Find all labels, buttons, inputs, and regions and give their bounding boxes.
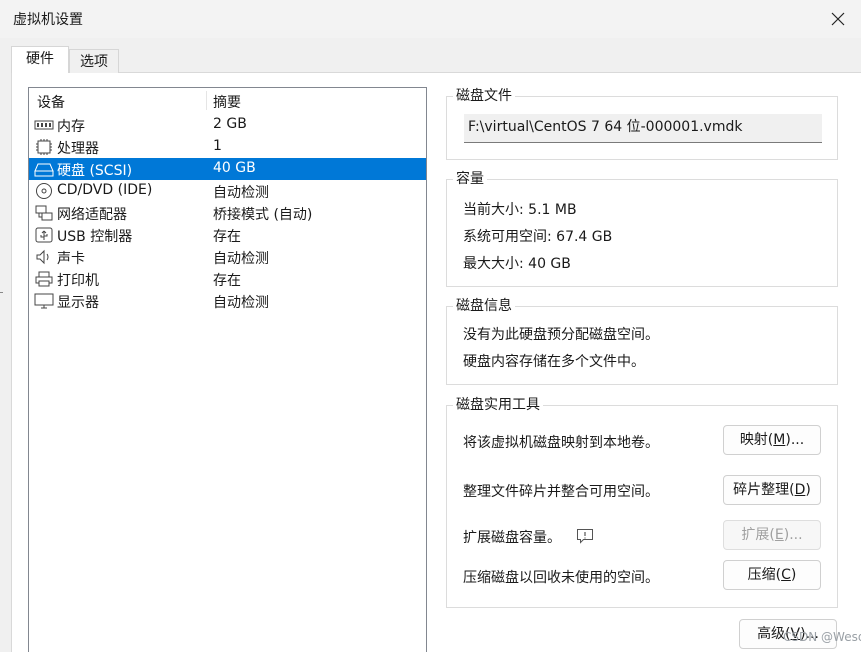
- sound-card-icon: [36, 249, 49, 265]
- device-list[interactable]: 设备 摘要 内存 2 GB 处理器 1 硬盘 (SCSI) 40 GB CD/D…: [28, 87, 427, 652]
- compact-button-accesskey: C: [781, 567, 791, 583]
- device-row-hard-disk[interactable]: 硬盘 (SCSI) 40 GB: [29, 158, 426, 180]
- defragment-button-label: 碎片整理(: [733, 482, 795, 498]
- device-row-processor[interactable]: 处理器 1: [29, 136, 426, 158]
- defragment-button[interactable]: 碎片整理(D): [723, 475, 821, 505]
- device-summary: 自动检测: [213, 295, 269, 311]
- current-size-text: 当前大小: 5.1 MB: [463, 202, 577, 218]
- watermark-text: CSDN @Wesqun: [783, 630, 861, 644]
- device-summary: 自动检测: [213, 251, 269, 267]
- usb-icon: [35, 227, 53, 243]
- device-name: CD/DVD (IDE): [57, 182, 153, 198]
- expand-button-accesskey: E: [774, 527, 784, 543]
- disk-info-line-1: 没有为此硬盘预分配磁盘空间。: [463, 327, 659, 343]
- device-summary: 存在: [213, 229, 241, 245]
- tab-options[interactable]: 选项: [69, 49, 119, 73]
- disk-info-line-2: 硬盘内容存储在多个文件中。: [463, 354, 645, 370]
- device-summary: 2 GB: [213, 116, 247, 132]
- disk-utilities-group: 磁盘实用工具 将该虚拟机磁盘映射到本地卷。 映射(M)... 整理文件碎片并整合…: [446, 396, 838, 608]
- device-row-printer[interactable]: 打印机 存在: [29, 268, 426, 290]
- device-name: 显示器: [57, 295, 99, 311]
- map-description: 将该虚拟机磁盘映射到本地卷。: [463, 435, 659, 451]
- printer-icon: [35, 271, 53, 287]
- column-divider[interactable]: [206, 91, 207, 110]
- device-row-sound-card[interactable]: 声卡 自动检测: [29, 246, 426, 268]
- compact-button-label: 压缩(: [747, 567, 782, 583]
- device-name: 打印机: [57, 273, 99, 289]
- hard-disk-icon: [34, 163, 54, 177]
- device-summary: 自动检测: [213, 185, 269, 201]
- tab-hardware-label: 硬件: [26, 51, 54, 67]
- defragment-button-suffix: ): [805, 482, 811, 498]
- tab-hardware[interactable]: 硬件: [11, 46, 69, 73]
- close-icon: [831, 12, 845, 26]
- device-row-usb-controller[interactable]: USB 控制器 存在: [29, 224, 426, 246]
- network-adapter-icon: [35, 205, 53, 221]
- device-row-network-adapter[interactable]: 网络适配器 桥接模式 (自动): [29, 202, 426, 224]
- capacity-title: 容量: [453, 170, 487, 188]
- memory-icon: [34, 120, 54, 130]
- device-name: 内存: [57, 119, 85, 135]
- compact-button-suffix: ): [790, 567, 797, 583]
- comment-info-icon[interactable]: [576, 528, 594, 544]
- display-icon: [34, 293, 54, 309]
- disk-file-title: 磁盘文件: [453, 87, 515, 105]
- column-header-device[interactable]: 设备: [37, 92, 65, 112]
- column-header-summary[interactable]: 摘要: [213, 92, 241, 112]
- device-row-memory[interactable]: 内存 2 GB: [29, 114, 426, 136]
- expand-description: 扩展磁盘容量。: [463, 530, 561, 546]
- device-list-header: 设备 摘要: [29, 88, 426, 113]
- expand-button[interactable]: 扩展(E)...: [723, 520, 821, 550]
- capacity-group: 容量 当前大小: 5.1 MB 系统可用空间: 67.4 GB 最大大小: 40…: [446, 170, 838, 287]
- left-edge-mark: [0, 292, 3, 293]
- system-available-text: 系统可用空间: 67.4 GB: [463, 229, 613, 245]
- title-bar: 虚拟机设置: [0, 0, 861, 38]
- close-button[interactable]: [815, 0, 861, 38]
- device-summary: 1: [213, 138, 222, 154]
- expand-button-label: 扩展(: [741, 527, 775, 543]
- disk-info-group: 磁盘信息 没有为此硬盘预分配磁盘空间。 硬盘内容存储在多个文件中。: [446, 297, 838, 385]
- map-button-accesskey: M: [773, 432, 786, 448]
- disk-file-path-field[interactable]: F:\virtual\CentOS 7 64 位-000001.vmdk: [464, 114, 822, 143]
- cd-dvd-icon: [36, 183, 52, 199]
- defragment-button-accesskey: D: [794, 482, 806, 498]
- map-button-label: 映射(: [739, 432, 774, 448]
- device-name: USB 控制器: [57, 229, 133, 245]
- device-row-display[interactable]: 显示器 自动检测: [29, 290, 426, 312]
- map-button[interactable]: 映射(M)...: [723, 425, 821, 455]
- device-row-cd-dvd[interactable]: CD/DVD (IDE) 自动检测: [29, 180, 426, 202]
- device-summary: 桥接模式 (自动): [213, 207, 313, 223]
- device-summary: 存在: [213, 273, 241, 289]
- map-button-suffix: )...: [785, 432, 805, 448]
- compact-description: 压缩磁盘以回收未使用的空间。: [463, 570, 659, 586]
- device-name: 声卡: [57, 251, 85, 267]
- max-size-text: 最大大小: 40 GB: [463, 256, 571, 272]
- processor-icon: [36, 139, 52, 155]
- tab-options-label: 选项: [80, 54, 108, 70]
- device-name: 硬盘 (SCSI): [57, 163, 133, 179]
- device-name: 处理器: [57, 141, 99, 157]
- device-summary: 40 GB: [213, 160, 256, 176]
- disk-info-title: 磁盘信息: [453, 297, 515, 315]
- defrag-description: 整理文件碎片并整合可用空间。: [463, 484, 659, 500]
- disk-utilities-title: 磁盘实用工具: [453, 396, 543, 414]
- device-name: 网络适配器: [57, 207, 127, 223]
- disk-file-group: 磁盘文件 F:\virtual\CentOS 7 64 位-000001.vmd…: [446, 87, 838, 160]
- expand-button-suffix: )...: [783, 527, 803, 543]
- window-title: 虚拟机设置: [13, 12, 83, 28]
- compact-button[interactable]: 压缩(C): [723, 560, 821, 590]
